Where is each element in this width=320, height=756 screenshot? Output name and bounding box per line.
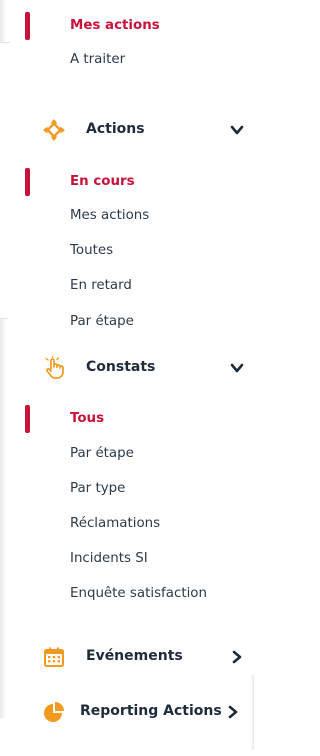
nav-item-enquete-satisfaction[interactable]: Enquête satisfaction — [70, 586, 207, 601]
move-arrows-icon — [43, 119, 65, 141]
section-title: Evénements — [86, 648, 183, 664]
chevron-right-icon[interactable] — [226, 705, 240, 719]
nav-item-mes-actions[interactable]: Mes actions — [70, 18, 160, 33]
panel-divider — [0, 318, 8, 319]
section-title: Reporting Actions — [80, 703, 222, 719]
nav-item-en-retard[interactable]: En retard — [70, 278, 132, 293]
section-header-reporting-actions[interactable]: Reporting Actions — [0, 697, 254, 727]
pie-chart-icon — [44, 702, 64, 722]
nav-item-mes-actions[interactable]: Mes actions — [70, 208, 149, 223]
nav-item-par-etape[interactable]: Par étape — [70, 446, 134, 461]
section-header-actions[interactable]: Actions — [0, 115, 254, 145]
nav-item-reclamations[interactable]: Réclamations — [70, 516, 160, 531]
nav-item-incidents-si[interactable]: Incidents SI — [70, 551, 148, 566]
active-indicator — [25, 12, 30, 40]
left-panel-edge — [0, 0, 6, 42]
pointer-hand-icon — [45, 356, 64, 379]
nav-item-tous[interactable]: Tous — [70, 411, 104, 426]
nav-item-toutes[interactable]: Toutes — [70, 243, 113, 258]
panel-divider — [0, 42, 10, 43]
active-indicator — [25, 405, 30, 433]
chevron-right-icon[interactable] — [230, 650, 244, 664]
nav-item-en-cours[interactable]: En cours — [70, 174, 135, 189]
chevron-down-icon[interactable] — [230, 361, 244, 375]
nav-item-par-type[interactable]: Par type — [70, 481, 125, 496]
section-title: Constats — [86, 359, 156, 375]
nav-item-par-etape[interactable]: Par étape — [70, 314, 134, 329]
section-title: Actions — [86, 121, 145, 137]
active-indicator — [25, 168, 30, 196]
calendar-icon — [44, 647, 64, 667]
section-header-evenements[interactable]: Evénements — [0, 642, 254, 672]
chevron-down-icon[interactable] — [230, 123, 244, 137]
nav-item-a-traiter[interactable]: A traiter — [70, 52, 125, 67]
section-header-constats[interactable]: Constats — [0, 353, 254, 383]
